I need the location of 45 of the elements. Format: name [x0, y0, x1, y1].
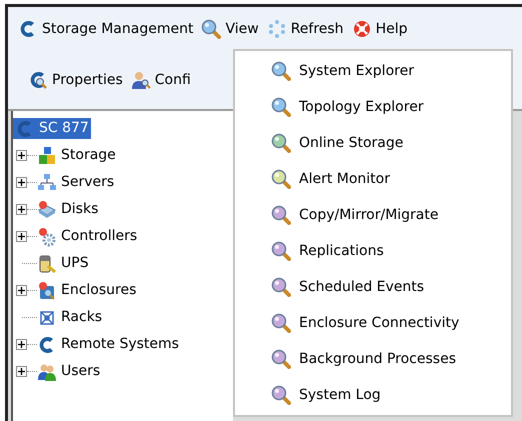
- expand-icon[interactable]: [16, 204, 27, 215]
- menu-item[interactable]: System Explorer: [235, 53, 511, 89]
- refresh-icon: [266, 19, 287, 39]
- expand-icon[interactable]: [16, 150, 27, 161]
- menu-item[interactable]: Help: [348, 18, 412, 40]
- magnifier-icon: [201, 19, 222, 39]
- tree-item[interactable]: UPS: [37, 253, 89, 274]
- tree-item[interactable]: Controllers: [37, 226, 138, 247]
- menu-item[interactable]: View: [197, 18, 263, 40]
- enclosure-icon: [37, 280, 57, 300]
- tree-item[interactable]: Disks: [37, 199, 98, 220]
- tree-item[interactable]: Servers: [37, 172, 114, 193]
- menu-item[interactable]: Online Storage: [235, 125, 511, 161]
- help-icon: [352, 19, 372, 39]
- network-icon: [37, 172, 57, 192]
- menu-item[interactable]: Topology Explorer: [235, 89, 511, 125]
- menu-item[interactable]: Scheduled Events: [235, 269, 511, 305]
- users-icon: [37, 362, 57, 382]
- expand-icon[interactable]: [16, 285, 27, 296]
- tree-item[interactable]: Racks: [37, 307, 102, 328]
- user-icon: [130, 70, 151, 90]
- expand-icon[interactable]: [16, 366, 27, 377]
- tree-item[interactable]: Storage: [37, 145, 116, 166]
- expand-icon[interactable]: [16, 177, 27, 188]
- properties-icon: [28, 70, 48, 90]
- tree-item[interactable]: SC 877: [13, 118, 91, 139]
- menu-item[interactable]: Copy/Mirror/Migrate: [235, 197, 511, 233]
- cubes-icon: [37, 146, 57, 166]
- expand-icon[interactable]: [16, 339, 27, 350]
- toolbar-button[interactable]: Properties: [24, 70, 127, 90]
- disk-icon: [37, 200, 57, 220]
- menu-item[interactable]: Background Processes: [235, 341, 511, 377]
- tree-item[interactable]: Remote Systems: [37, 334, 179, 355]
- tree-item[interactable]: Enclosures: [37, 280, 136, 301]
- battery-icon: [37, 254, 57, 274]
- gear-icon: [37, 226, 57, 246]
- menu-item[interactable]: Refresh: [262, 18, 348, 40]
- tree-item[interactable]: Users: [37, 361, 100, 382]
- expand-icon[interactable]: [16, 231, 27, 242]
- menu-item[interactable]: Storage Management: [14, 18, 198, 40]
- menu-item[interactable]: System Log: [235, 377, 511, 413]
- menu-item[interactable]: Alert Monitor: [235, 161, 511, 197]
- menu-item[interactable]: Replications: [235, 233, 511, 269]
- menu-item[interactable]: Enclosure Connectivity: [235, 305, 511, 341]
- toolbar-button[interactable]: Confi: [126, 70, 195, 90]
